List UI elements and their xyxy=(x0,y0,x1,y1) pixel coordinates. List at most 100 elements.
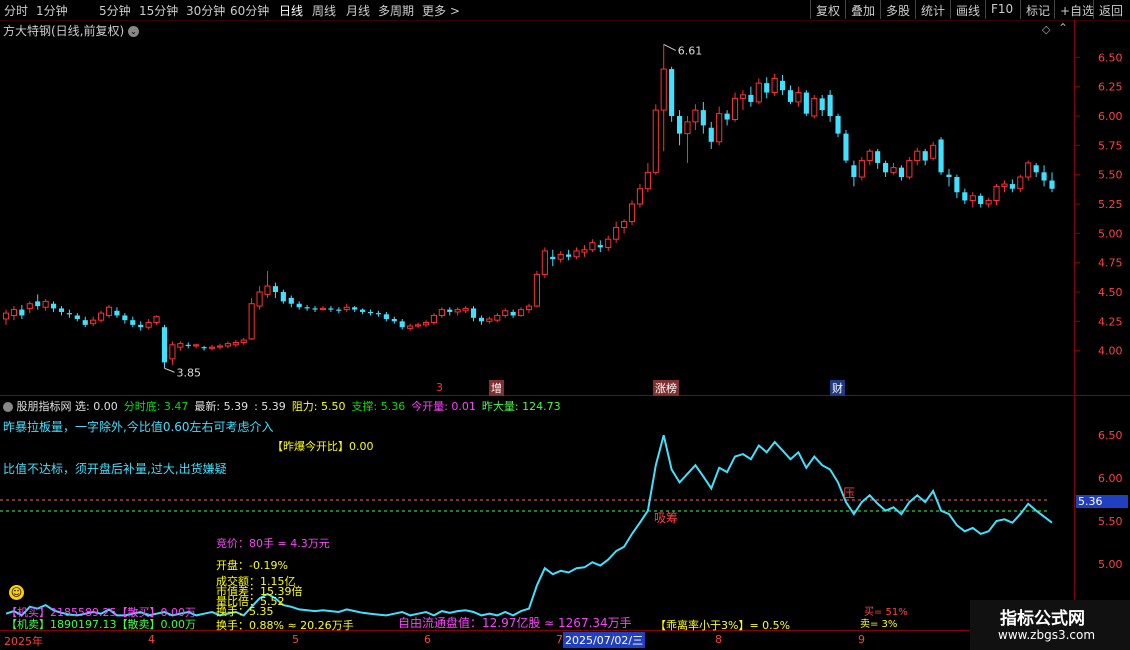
candle[interactable] xyxy=(153,316,160,324)
candle[interactable] xyxy=(835,116,841,134)
candle[interactable] xyxy=(708,127,714,142)
event-marker-cai[interactable]: 财 xyxy=(830,380,845,396)
tab-1min[interactable]: 1分钟 xyxy=(36,2,68,19)
candle[interactable] xyxy=(177,343,184,348)
back-button[interactable]: 返回 xyxy=(1093,0,1128,19)
candle[interactable] xyxy=(739,94,747,99)
candle[interactable] xyxy=(636,188,644,205)
candle[interactable] xyxy=(312,308,318,310)
f10-button[interactable]: F10 xyxy=(985,0,1018,19)
candle[interactable] xyxy=(422,322,430,326)
candle[interactable] xyxy=(407,325,414,329)
draw-line-button[interactable]: 画线 xyxy=(950,0,985,19)
candle[interactable] xyxy=(280,292,286,302)
candle[interactable] xyxy=(304,307,310,309)
candle[interactable] xyxy=(98,312,105,321)
candle[interactable] xyxy=(858,160,865,178)
candle[interactable] xyxy=(193,344,200,347)
event-marker-3[interactable]: 3 xyxy=(436,381,443,394)
candle[interactable] xyxy=(288,297,294,304)
candle[interactable] xyxy=(533,273,540,307)
candle[interactable] xyxy=(597,245,603,248)
candle[interactable] xyxy=(130,320,136,325)
candle[interactable] xyxy=(138,324,144,328)
candle[interactable] xyxy=(827,94,833,116)
candle[interactable] xyxy=(399,321,405,328)
candle[interactable] xyxy=(256,291,263,307)
candle[interactable] xyxy=(470,308,477,318)
candle[interactable] xyxy=(26,303,33,309)
candle[interactable] xyxy=(589,242,596,251)
candle[interactable] xyxy=(525,305,533,311)
candle[interactable] xyxy=(866,150,873,162)
candle[interactable] xyxy=(978,195,984,204)
candle[interactable] xyxy=(518,309,525,316)
candle[interactable] xyxy=(875,151,881,163)
candle[interactable] xyxy=(724,113,730,120)
event-marker-zeng[interactable]: 增 xyxy=(489,380,504,396)
candle[interactable] xyxy=(731,97,739,121)
candle[interactable] xyxy=(684,121,691,135)
candle[interactable] xyxy=(494,314,501,321)
candle[interactable] xyxy=(914,150,921,162)
candle[interactable] xyxy=(890,167,897,173)
tab-monthly[interactable]: 月线 xyxy=(346,2,370,19)
candle[interactable] xyxy=(478,317,485,322)
candle[interactable] xyxy=(58,308,65,312)
candle[interactable] xyxy=(343,306,350,311)
candle[interactable] xyxy=(336,309,342,311)
candle[interactable] xyxy=(185,344,191,346)
candle[interactable] xyxy=(328,308,334,310)
candle[interactable] xyxy=(566,254,572,257)
stats-button[interactable]: 统计 xyxy=(915,0,950,19)
candle[interactable] xyxy=(906,160,913,178)
candle[interactable] xyxy=(10,309,17,316)
candle[interactable] xyxy=(883,162,889,173)
candle[interactable] xyxy=(391,318,397,322)
tab-more[interactable]: 更多 > xyxy=(422,2,460,19)
candle[interactable] xyxy=(605,238,612,248)
candle[interactable] xyxy=(296,303,302,308)
candle[interactable] xyxy=(360,309,366,312)
candle[interactable] xyxy=(19,309,25,316)
candle[interactable] xyxy=(319,307,327,311)
candle[interactable] xyxy=(50,303,57,309)
event-marker-zhangbang[interactable]: 涨榜 xyxy=(653,380,679,396)
candle[interactable] xyxy=(1025,162,1032,178)
candle[interactable] xyxy=(573,250,580,258)
candle[interactable] xyxy=(208,346,216,349)
candle[interactable] xyxy=(922,151,928,161)
candle[interactable] xyxy=(613,226,620,240)
overlay-button[interactable]: 叠加 xyxy=(845,0,880,19)
candle[interactable] xyxy=(161,327,168,363)
candle[interactable] xyxy=(35,301,41,307)
tab-multi-period[interactable]: 多周期 xyxy=(378,2,414,19)
candle[interactable] xyxy=(105,306,113,316)
candle[interactable] xyxy=(692,109,699,123)
candle[interactable] xyxy=(819,98,825,111)
candle[interactable] xyxy=(644,171,651,190)
candle[interactable] xyxy=(1041,172,1047,181)
candle[interactable] xyxy=(755,82,762,103)
candle[interactable] xyxy=(74,315,80,319)
candle[interactable] xyxy=(795,92,802,103)
candle[interactable] xyxy=(946,174,952,178)
tab-15min[interactable]: 15分钟 xyxy=(139,2,178,19)
candle[interactable] xyxy=(985,199,992,205)
candle[interactable] xyxy=(114,310,120,316)
candle[interactable] xyxy=(550,256,556,260)
candle[interactable] xyxy=(1017,176,1024,190)
candle[interactable] xyxy=(430,314,437,324)
candle[interactable] xyxy=(447,309,453,312)
tab-5min[interactable]: 5分钟 xyxy=(99,2,131,19)
candle[interactable] xyxy=(66,313,72,315)
candle[interactable] xyxy=(969,195,976,201)
candle[interactable] xyxy=(954,177,960,193)
candle[interactable] xyxy=(264,285,271,295)
candle[interactable] xyxy=(771,77,778,94)
candle[interactable] xyxy=(272,286,278,292)
candle[interactable] xyxy=(628,203,636,223)
candle[interactable] xyxy=(700,110,706,126)
candle[interactable] xyxy=(375,313,382,315)
candle[interactable] xyxy=(201,347,207,349)
